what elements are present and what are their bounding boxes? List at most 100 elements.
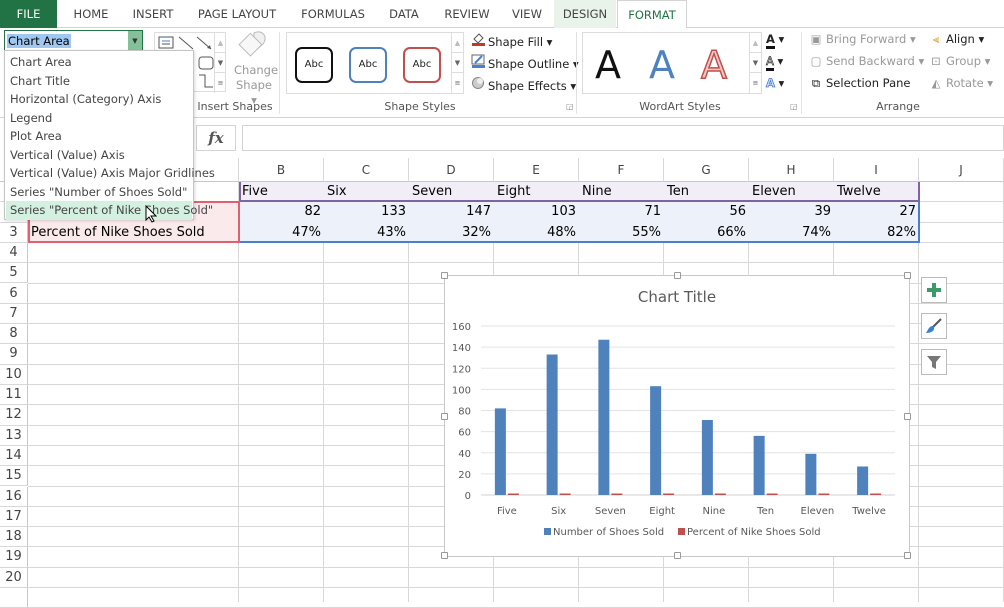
rotate-button[interactable]: ◭ Rotate ▾ xyxy=(928,76,994,90)
cell-category[interactable]: Eight xyxy=(494,182,579,202)
wordart-gallery[interactable]: A A A ▲ ▼ ≡ xyxy=(582,32,762,94)
column-header-d[interactable]: D xyxy=(409,158,494,182)
bar-shoes-sold[interactable] xyxy=(805,453,817,495)
shape-styles-scroll[interactable]: ▲ ▼ ≡ xyxy=(451,33,463,93)
cell-shoes-sold[interactable]: 103 xyxy=(494,202,579,222)
shapes-gallery-scroll[interactable]: ▲ ▼ ≡ xyxy=(214,33,226,93)
row-header[interactable]: 17 xyxy=(0,506,28,528)
row-header[interactable]: 8 xyxy=(0,324,28,345)
wordart-style-blue[interactable]: A xyxy=(649,43,675,87)
bar-percent-nike[interactable] xyxy=(559,493,571,496)
cell-percent[interactable]: 32% xyxy=(409,223,494,243)
chart-filters-button[interactable] xyxy=(921,349,947,375)
bar-shoes-sold[interactable] xyxy=(701,420,713,495)
column-header-b[interactable]: B xyxy=(239,158,324,182)
cell-category[interactable]: Seven xyxy=(409,182,494,202)
cell-percent[interactable]: 47% xyxy=(239,223,324,243)
cell-category[interactable]: Nine xyxy=(579,182,664,202)
tab-page-layout[interactable]: PAGE LAYOUT xyxy=(190,0,284,28)
text-outline-button[interactable]: A ▾ xyxy=(766,54,783,71)
resize-handle[interactable] xyxy=(674,272,681,279)
chevron-down-icon[interactable]: ▼ xyxy=(128,31,142,51)
cell-percent[interactable]: 82% xyxy=(834,223,919,243)
cell-category[interactable]: Five xyxy=(239,182,324,202)
dropdown-item[interactable]: Vertical (Value) Axis xyxy=(6,146,192,165)
selection-pane-button[interactable]: ⧉ Selection Pane xyxy=(808,76,911,91)
shape-style-blue[interactable]: Abc xyxy=(349,47,387,83)
shape-style-black[interactable]: Abc xyxy=(295,47,333,83)
row-header[interactable]: 16 xyxy=(0,486,28,507)
resize-handle[interactable] xyxy=(441,552,448,559)
dropdown-item[interactable]: Vertical (Value) Axis Major Gridlines xyxy=(6,164,215,183)
send-backward-button[interactable]: ▢ Send Backward ▾ xyxy=(808,54,925,68)
cell-shoes-sold[interactable]: 71 xyxy=(579,202,664,222)
cell-category[interactable]: Eleven xyxy=(749,182,834,202)
dialog-launcher-icon[interactable]: ◲ xyxy=(566,102,574,111)
tab-file[interactable]: FILE xyxy=(0,0,57,28)
column-header-i[interactable]: I xyxy=(834,158,919,182)
cell-percent[interactable]: 43% xyxy=(324,223,409,243)
dropdown-item[interactable]: Horizontal (Category) Axis xyxy=(6,90,192,109)
wordart-scroll[interactable]: ▲ ▼ ≡ xyxy=(749,33,761,93)
resize-handle[interactable] xyxy=(904,413,911,420)
row-header[interactable]: 10 xyxy=(0,364,28,385)
row-header[interactable]: 5 xyxy=(0,263,28,284)
tab-review[interactable]: REVIEW xyxy=(436,0,498,28)
chart-element-selector[interactable]: Chart Area ▼ xyxy=(4,30,143,52)
bar-percent-nike[interactable] xyxy=(818,493,830,496)
shape-fill-button[interactable]: Shape Fill ▾ xyxy=(470,32,552,49)
tab-view[interactable]: VIEW xyxy=(504,0,550,28)
row-header[interactable]: 4 xyxy=(0,242,28,264)
column-header-g[interactable]: G xyxy=(664,158,749,182)
dropdown-item[interactable]: Series "Number of Shoes Sold" xyxy=(6,183,192,202)
wordart-style-red[interactable]: A xyxy=(700,42,728,88)
dropdown-item[interactable]: Plot Area xyxy=(6,127,192,146)
row-header[interactable]: 7 xyxy=(0,303,28,325)
resize-handle[interactable] xyxy=(904,552,911,559)
change-shape-button[interactable]: Change Shape ▾ xyxy=(234,30,278,107)
resize-handle[interactable] xyxy=(441,413,448,420)
chart[interactable]: Chart Title 0 20 40 60 80 100 120 140 160 Five Six… xyxy=(441,272,911,559)
tab-format[interactable]: FORMAT xyxy=(617,0,687,29)
row-header[interactable]: 18 xyxy=(0,527,28,548)
cell-percent[interactable]: 74% xyxy=(749,223,834,243)
bar-shoes-sold[interactable] xyxy=(857,466,869,495)
wordart-style-black[interactable]: A xyxy=(595,43,621,87)
cell-shoes-sold[interactable]: 39 xyxy=(749,202,834,222)
group-button[interactable]: ⊡ Group ▾ xyxy=(928,54,990,68)
bar-percent-nike[interactable] xyxy=(870,493,882,496)
shape-style-red[interactable]: Abc xyxy=(403,47,441,83)
shape-styles-gallery[interactable]: Abc Abc Abc ▲ ▼ ≡ xyxy=(286,32,464,94)
chart-styles-button[interactable] xyxy=(921,313,947,339)
row-header[interactable]: 19 xyxy=(0,547,28,568)
dropdown-item[interactable]: Chart Area xyxy=(6,53,192,72)
cell-percent[interactable]: 48% xyxy=(494,223,579,243)
resize-handle[interactable] xyxy=(674,552,681,559)
bar-percent-nike[interactable] xyxy=(766,493,778,496)
row-header[interactable] xyxy=(0,588,28,608)
cell-category[interactable]: Twelve xyxy=(834,182,919,202)
row-header[interactable]: 13 xyxy=(0,425,28,446)
cell-percent[interactable]: 55% xyxy=(579,223,664,243)
dropdown-item[interactable]: Legend xyxy=(6,109,192,128)
tab-design[interactable]: DESIGN xyxy=(554,0,616,28)
bring-forward-button[interactable]: ▣ Bring Forward ▾ xyxy=(808,32,916,46)
cell-shoes-sold[interactable]: 27 xyxy=(834,202,919,222)
resize-handle[interactable] xyxy=(904,272,911,279)
bar-shoes-sold[interactable] xyxy=(494,408,506,495)
row-header[interactable]: 15 xyxy=(0,466,28,487)
cell-category[interactable]: Six xyxy=(324,182,409,202)
text-fill-button[interactable]: A ▾ xyxy=(766,32,784,49)
bar-percent-nike[interactable] xyxy=(663,493,675,496)
cell-shoes-sold[interactable]: 133 xyxy=(324,202,409,222)
row-header[interactable]: 3 xyxy=(0,222,28,243)
bar-shoes-sold[interactable] xyxy=(546,354,558,495)
cell-series-label[interactable]: Percent of Nike Shoes Sold xyxy=(28,223,239,243)
cell-category[interactable]: Ten xyxy=(664,182,749,202)
chart-elements-button[interactable] xyxy=(921,277,947,303)
shape-outline-button[interactable]: Shape Outline ▾ xyxy=(470,54,579,71)
bar-percent-nike[interactable] xyxy=(714,493,726,496)
dropdown-item[interactable]: Series "Percent of Nike Shoes Sold" xyxy=(6,201,213,220)
column-header-j[interactable]: J xyxy=(919,158,1004,182)
column-header-c[interactable]: C xyxy=(324,158,409,182)
